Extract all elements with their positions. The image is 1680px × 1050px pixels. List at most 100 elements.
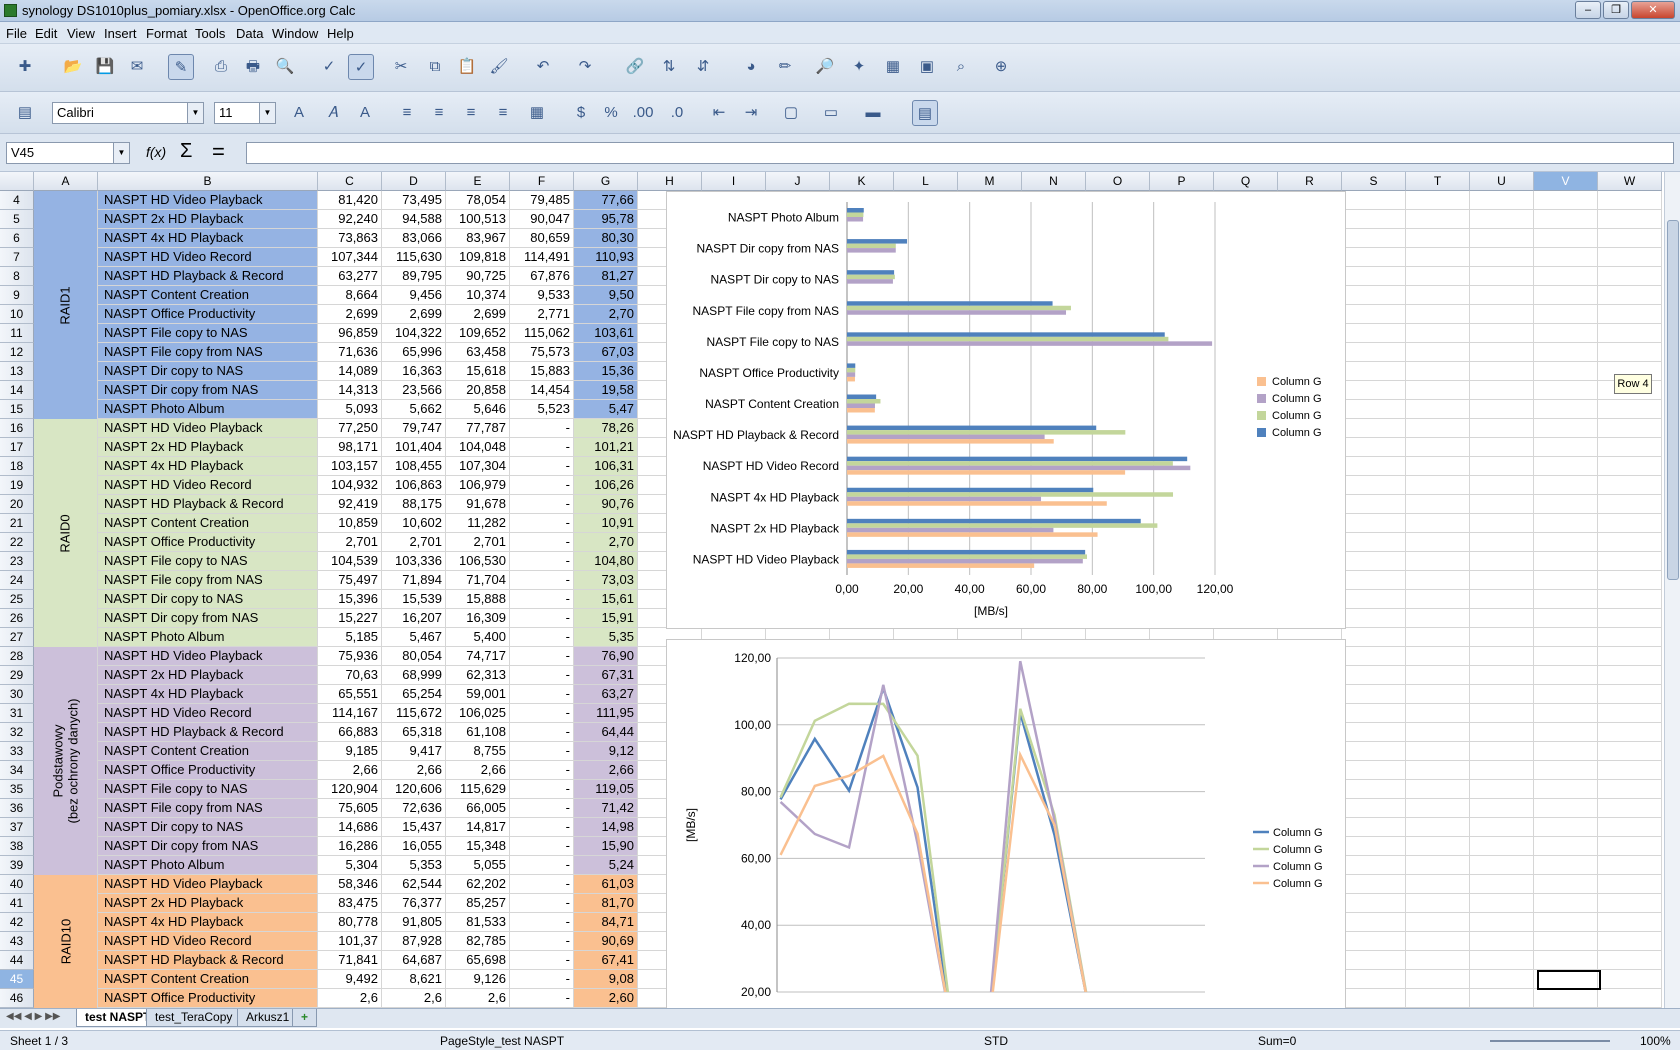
bar-chart[interactable]: 0,00 20,00 40,00 60,00 80,00 100,00 120,00 NASP… bbox=[666, 191, 1346, 629]
row-header[interactable]: 6 bbox=[0, 229, 34, 248]
value-cell[interactable]: - bbox=[510, 837, 574, 856]
menu-file[interactable]: File bbox=[6, 26, 27, 41]
empty-cell[interactable] bbox=[1534, 951, 1598, 970]
test-name-cell[interactable]: NASPT Dir copy from NAS bbox=[98, 837, 318, 856]
gallery-icon[interactable]: ▦ bbox=[880, 54, 906, 80]
row-header[interactable]: 7 bbox=[0, 248, 34, 267]
average-cell[interactable]: 67,31 bbox=[574, 666, 638, 685]
empty-cell[interactable] bbox=[1470, 514, 1534, 533]
find-icon[interactable]: 🔎 bbox=[812, 54, 838, 80]
justify-icon[interactable]: ≡ bbox=[490, 100, 516, 126]
empty-cell[interactable] bbox=[1534, 989, 1598, 1008]
empty-cell[interactable] bbox=[1598, 191, 1662, 210]
empty-cell[interactable] bbox=[1342, 837, 1406, 856]
average-cell[interactable]: 10,91 bbox=[574, 514, 638, 533]
value-cell[interactable]: 91,805 bbox=[382, 913, 446, 932]
row-header[interactable]: 15 bbox=[0, 400, 34, 419]
row-header[interactable]: 16 bbox=[0, 419, 34, 438]
empty-cell[interactable] bbox=[1406, 590, 1470, 609]
empty-cell[interactable] bbox=[1470, 533, 1534, 552]
value-cell[interactable]: 63,458 bbox=[446, 343, 510, 362]
value-cell[interactable]: 104,539 bbox=[318, 552, 382, 571]
test-name-cell[interactable]: NASPT HD Video Record bbox=[98, 476, 318, 495]
empty-cell[interactable] bbox=[1598, 476, 1662, 495]
empty-cell[interactable] bbox=[1534, 761, 1598, 780]
row-header[interactable]: 21 bbox=[0, 514, 34, 533]
test-name-cell[interactable]: NASPT HD Playback & Record bbox=[98, 951, 318, 970]
value-cell[interactable]: 59,001 bbox=[446, 685, 510, 704]
empty-cell[interactable] bbox=[1342, 647, 1406, 666]
empty-cell[interactable] bbox=[1342, 533, 1406, 552]
decimal-add-icon[interactable]: .00 bbox=[630, 100, 656, 126]
row-header[interactable]: 34 bbox=[0, 761, 34, 780]
test-name-cell[interactable]: NASPT File copy to NAS bbox=[98, 780, 318, 799]
empty-cell[interactable] bbox=[1598, 837, 1662, 856]
value-cell[interactable]: - bbox=[510, 628, 574, 647]
empty-cell[interactable] bbox=[1470, 932, 1534, 951]
empty-cell[interactable] bbox=[1598, 533, 1662, 552]
empty-cell[interactable] bbox=[1534, 742, 1598, 761]
empty-cell[interactable] bbox=[1406, 362, 1470, 381]
row-header[interactable]: 22 bbox=[0, 533, 34, 552]
align-center-icon[interactable]: ≡ bbox=[426, 100, 452, 126]
add-sheet-button[interactable]: + bbox=[292, 1009, 318, 1027]
empty-cell[interactable] bbox=[1342, 780, 1406, 799]
empty-cell[interactable] bbox=[1342, 571, 1406, 590]
column-header-e[interactable]: E bbox=[446, 172, 510, 191]
datasources-icon[interactable]: ▣ bbox=[914, 54, 940, 80]
test-name-cell[interactable]: NASPT Photo Album bbox=[98, 400, 318, 419]
average-cell[interactable]: 77,66 bbox=[574, 191, 638, 210]
value-cell[interactable]: - bbox=[510, 419, 574, 438]
value-cell[interactable]: 10,602 bbox=[382, 514, 446, 533]
value-cell[interactable]: 71,636 bbox=[318, 343, 382, 362]
empty-cell[interactable] bbox=[1406, 381, 1470, 400]
empty-cell[interactable] bbox=[1342, 248, 1406, 267]
value-cell[interactable]: 85,257 bbox=[446, 894, 510, 913]
value-cell[interactable]: 108,455 bbox=[382, 457, 446, 476]
empty-cell[interactable] bbox=[1534, 799, 1598, 818]
empty-cell[interactable] bbox=[1598, 818, 1662, 837]
test-name-cell[interactable]: NASPT Dir copy to NAS bbox=[98, 590, 318, 609]
empty-cell[interactable] bbox=[1598, 267, 1662, 286]
average-cell[interactable]: 95,78 bbox=[574, 210, 638, 229]
copy-icon[interactable]: ⧉ bbox=[422, 54, 448, 80]
sort-ascending-icon[interactable]: ⇅ bbox=[656, 54, 682, 80]
value-cell[interactable]: 68,999 bbox=[382, 666, 446, 685]
test-name-cell[interactable]: NASPT Photo Album bbox=[98, 628, 318, 647]
row-header[interactable]: 17 bbox=[0, 438, 34, 457]
value-cell[interactable]: 15,888 bbox=[446, 590, 510, 609]
empty-cell[interactable] bbox=[1406, 989, 1470, 1008]
empty-cell[interactable] bbox=[1342, 742, 1406, 761]
value-cell[interactable]: 58,346 bbox=[318, 875, 382, 894]
menu-format[interactable]: Format bbox=[146, 26, 187, 41]
chart-icon[interactable]: ◕ bbox=[738, 54, 764, 80]
row-header[interactable]: 31 bbox=[0, 704, 34, 723]
empty-cell[interactable] bbox=[1406, 685, 1470, 704]
test-name-cell[interactable]: NASPT HD Video Playback bbox=[98, 875, 318, 894]
value-cell[interactable]: 15,437 bbox=[382, 818, 446, 837]
average-cell[interactable]: 15,36 bbox=[574, 362, 638, 381]
value-cell[interactable]: 5,055 bbox=[446, 856, 510, 875]
average-cell[interactable]: 81,70 bbox=[574, 894, 638, 913]
empty-cell[interactable] bbox=[1598, 742, 1662, 761]
group-label-cell[interactable]: RAID10 bbox=[34, 875, 98, 1008]
row-header[interactable]: 42 bbox=[0, 913, 34, 932]
empty-cell[interactable] bbox=[1470, 856, 1534, 875]
empty-cell[interactable] bbox=[1470, 913, 1534, 932]
empty-cell[interactable] bbox=[1534, 495, 1598, 514]
undo-icon[interactable]: ↶ bbox=[530, 54, 556, 80]
value-cell[interactable]: 80,778 bbox=[318, 913, 382, 932]
value-cell[interactable]: - bbox=[510, 533, 574, 552]
value-cell[interactable]: 109,818 bbox=[446, 248, 510, 267]
empty-cell[interactable] bbox=[1534, 552, 1598, 571]
empty-cell[interactable] bbox=[1534, 305, 1598, 324]
value-cell[interactable]: 106,863 bbox=[382, 476, 446, 495]
value-cell[interactable]: 115,629 bbox=[446, 780, 510, 799]
empty-cell[interactable] bbox=[1406, 457, 1470, 476]
value-cell[interactable]: 92,419 bbox=[318, 495, 382, 514]
background-color-icon[interactable]: ▬ bbox=[860, 100, 886, 126]
empty-cell[interactable] bbox=[1534, 913, 1598, 932]
row-header[interactable]: 18 bbox=[0, 457, 34, 476]
value-cell[interactable]: 16,055 bbox=[382, 837, 446, 856]
average-cell[interactable]: 61,03 bbox=[574, 875, 638, 894]
